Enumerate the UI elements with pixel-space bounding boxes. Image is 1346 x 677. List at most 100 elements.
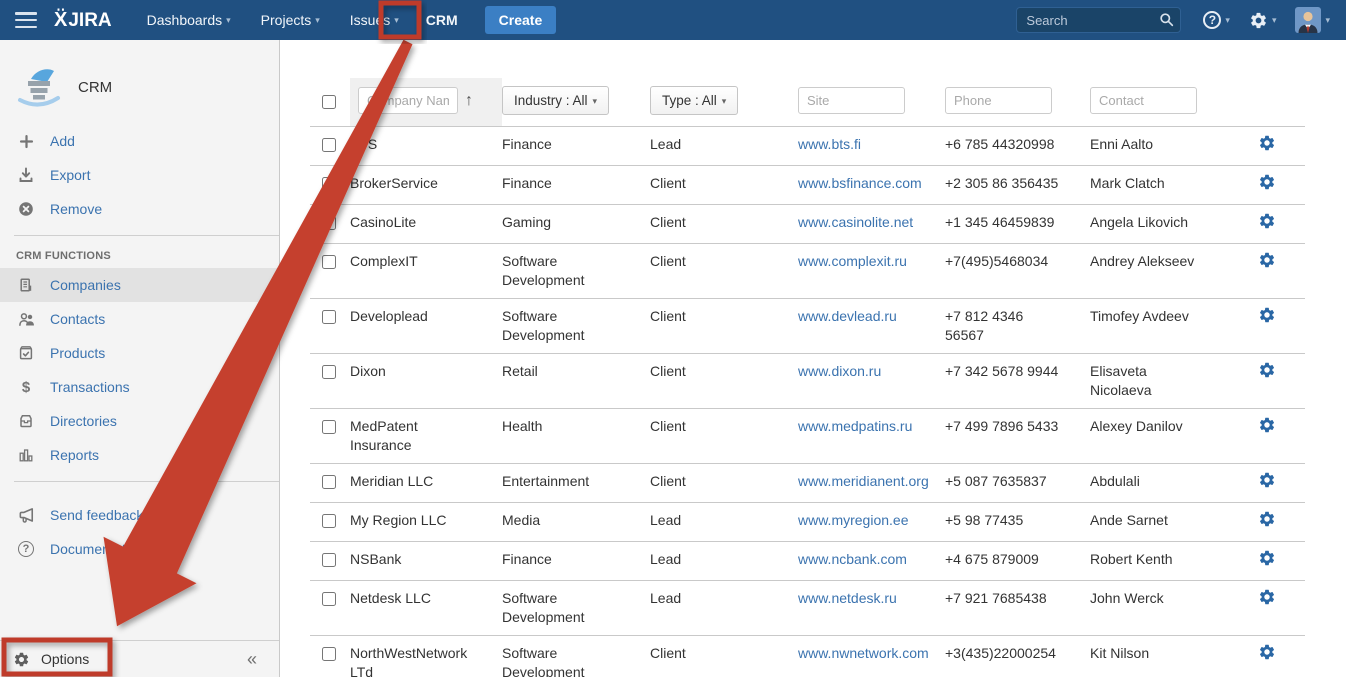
gear-icon [1249,11,1268,30]
site-link[interactable]: www.complexit.ru [798,253,907,269]
table-row: Netdesk LLCSoftware DevelopmentLeadwww.n… [310,581,1305,636]
company-name-cell: ComplexIT [350,244,502,299]
table-row: NSBankFinanceLeadwww.ncbank.com+4 675 87… [310,542,1305,581]
site-link[interactable]: www.dixon.ru [798,363,881,379]
brand-text: JIRA [68,10,111,32]
row-settings-gear-icon[interactable] [1258,549,1276,572]
sidebar-section-title: CRM FUNCTIONS [0,236,279,268]
row-settings-gear-icon[interactable] [1258,134,1276,157]
row-checkbox[interactable] [322,255,336,269]
row-checkbox[interactable] [322,365,336,379]
hamburger-menu-icon[interactable] [15,12,37,28]
site-link[interactable]: www.medpatins.ru [798,418,912,434]
row-settings-gear-icon[interactable] [1258,306,1276,329]
industry-filter-dropdown[interactable]: Industry : All▾ [502,86,609,115]
row-settings-gear-icon[interactable] [1258,212,1276,235]
type-cell: Client [650,244,798,299]
sidebar-item-export[interactable]: Export [0,158,279,192]
industry-cell: Gaming [502,205,650,244]
sidebar-item-contacts[interactable]: Contacts [0,302,279,336]
remove-circle-icon [16,201,36,217]
row-settings-gear-icon[interactable] [1258,361,1276,384]
options-button[interactable]: Options [41,651,89,667]
phone-cell: +7 921 7685438 [945,581,1090,636]
sidebar-item-products[interactable]: Products [0,336,279,370]
type-cell: Lead [650,542,798,581]
site-link[interactable]: www.bts.fi [798,136,861,152]
phone-cell: +5 087 7635837 [945,464,1090,503]
site-link[interactable]: www.meridianent.org [798,473,929,489]
crm-app-title: CRM [78,79,112,96]
row-settings-gear-icon[interactable] [1258,510,1276,533]
table-row: DevelopleadSoftware DevelopmentClientwww… [310,299,1305,354]
row-settings-gear-icon[interactable] [1258,173,1276,196]
phone-cell: +2 305 86 356435 [945,166,1090,205]
row-settings-gear-icon[interactable] [1258,643,1276,666]
admin-settings-menu[interactable]: ▾ [1249,11,1277,30]
nav-item-crm[interactable]: CRM [414,0,470,40]
row-checkbox[interactable] [322,514,336,528]
row-checkbox[interactable] [322,310,336,324]
row-settings-gear-icon[interactable] [1258,588,1276,611]
company-name-filter-input[interactable] [358,87,458,114]
contact-filter-input[interactable] [1090,87,1197,114]
row-checkbox[interactable] [322,177,336,191]
industry-cell: Finance [502,166,650,205]
site-link[interactable]: www.myregion.ee [798,512,909,528]
row-checkbox[interactable] [322,475,336,489]
gear-icon[interactable] [13,651,30,668]
sidebar-item-add[interactable]: Add [0,124,279,158]
industry-cell: Health [502,409,650,464]
phone-filter-input[interactable] [945,87,1052,114]
site-link[interactable]: www.ncbank.com [798,551,907,567]
row-checkbox[interactable] [322,647,336,661]
contact-cell: Robert Kenth [1090,542,1240,581]
industry-cell: Finance [502,542,650,581]
create-button[interactable]: Create [485,6,557,34]
row-checkbox[interactable] [322,138,336,152]
company-name-cell: Developlead [350,299,502,354]
nav-item-projects[interactable]: Projects▾ [246,0,335,40]
row-settings-gear-icon[interactable] [1258,471,1276,494]
sidebar-item-remove[interactable]: Remove [0,192,279,226]
collapse-sidebar-icon[interactable]: « [247,649,257,670]
site-link[interactable]: www.devlead.ru [798,308,897,324]
nav-item-dashboards[interactable]: Dashboards▾ [132,0,246,40]
question-circle-icon: ? [16,541,36,557]
row-checkbox[interactable] [322,553,336,567]
row-checkbox[interactable] [322,420,336,434]
site-link[interactable]: www.netdesk.ru [798,590,897,606]
nav-item-issues[interactable]: Issues▾ [335,0,414,40]
type-cell: Client [650,354,798,409]
search-icon[interactable] [1159,12,1174,32]
user-profile-menu[interactable]: ▾ [1295,7,1330,33]
sidebar-item-documentation[interactable]: ? Documentation [0,532,279,566]
select-all-checkbox[interactable] [322,95,336,109]
type-cell: Client [650,409,798,464]
site-link[interactable]: www.casinolite.net [798,214,913,230]
row-settings-gear-icon[interactable] [1258,416,1276,439]
type-filter-dropdown[interactable]: Type : All▾ [650,86,738,115]
jira-logo[interactable]: Ẍ JIRA [54,9,112,32]
sidebar-item-send-feedback[interactable]: Send feedback [0,498,279,532]
search-input[interactable] [1016,7,1181,33]
row-checkbox[interactable] [322,592,336,606]
companies-table: ↑ Industry : All▾ Type : All▾ [310,78,1305,677]
dollar-icon [16,379,36,395]
row-settings-gear-icon[interactable] [1258,251,1276,274]
sort-ascending-icon[interactable]: ↑ [465,92,473,110]
phone-cell: +7 812 4346 56567 [945,299,1090,354]
chevron-down-icon: ▾ [1225,15,1230,26]
phone-cell: +7 499 7896 5433 [945,409,1090,464]
sidebar-item-transactions[interactable]: Transactions [0,370,279,404]
help-menu[interactable]: ? ▾ [1203,11,1230,29]
sidebar-item-reports[interactable]: Reports [0,438,279,472]
row-checkbox[interactable] [322,216,336,230]
site-link[interactable]: www.nwnetwork.com [798,645,929,661]
phone-cell: +6 785 44320998 [945,127,1090,166]
sidebar-item-directories[interactable]: Directories [0,404,279,438]
site-link[interactable]: www.bsfinance.com [798,175,922,191]
site-filter-input[interactable] [798,87,905,114]
contact-cell: Kit Nilson [1090,636,1240,677]
sidebar-item-companies[interactable]: Companies [0,268,279,302]
